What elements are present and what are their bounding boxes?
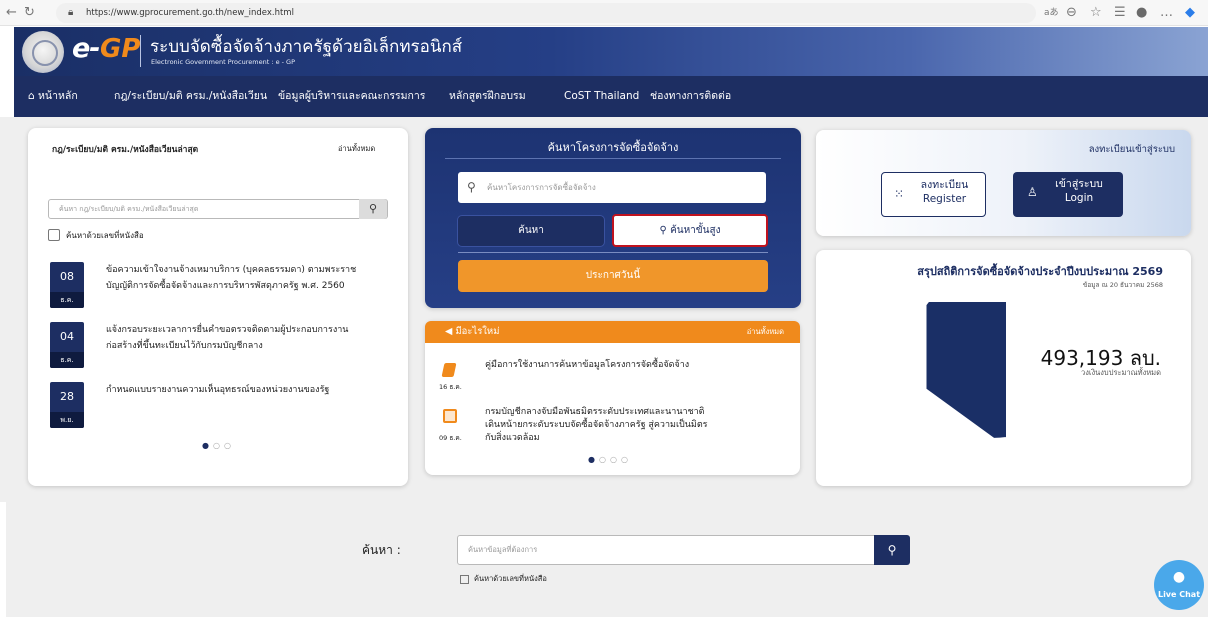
bottom-search-input[interactable]: ค้นหาข้อมูลที่ต้องการ — [457, 535, 881, 565]
advanced-search-button[interactable]: ⚲ ค้นหาขั้นสูง — [612, 214, 768, 247]
whats-new-header: ◀ มีอะไรใหม่ อ่านทั้งหมด — [425, 321, 800, 343]
site-title: ระบบจัดซื้อจัดจ้างภาครัฐด้วยอิเล็กทรอนิก… — [150, 37, 463, 57]
nav-regulations[interactable]: กฎ/ระเบียบ/มติ ครม./หนังสือเวียน — [114, 76, 267, 117]
procurement-search-title: ค้นหาโครงการจัดซื้อจัดจ้าง — [547, 141, 679, 154]
favorite-star-icon[interactable]: ☆ — [1090, 4, 1102, 22]
doc-number-checkbox[interactable] — [48, 229, 60, 241]
regulation-search-button[interactable]: ⚲ — [359, 199, 387, 219]
news-date-badge: 08 ธ.ค. — [50, 262, 84, 308]
statistics-pie-chart: 23%ดำเนินการแล้วเสร็จ12%อยู่ระหว่างจัดหา… — [864, 302, 1006, 440]
pie-slice-3 — [925, 302, 1006, 439]
user-icon: ♙ — [1027, 185, 1038, 199]
reader-icon[interactable]: aあ — [1044, 4, 1059, 22]
whats-new-card: ◀ มีอะไรใหม่ อ่านทั้งหมด 16 ธ.ค. คู่มือก… — [425, 321, 800, 475]
more-icon[interactable]: … — [1160, 4, 1173, 22]
news-item[interactable]: กำหนดแบบรายงานความเห็นอุทธรณ์ของหน่วยงาน… — [106, 382, 376, 398]
regulations-title: กฎ/ระเบียบ/มติ ครม./หนังสือเวียนล่าสุด — [52, 145, 199, 155]
title-divider — [445, 158, 781, 159]
profile-icon[interactable]: ● — [1136, 4, 1147, 22]
stats-title: สรุปสถิติการจัดซื้อจัดจ้างประจำปีงบประมา… — [917, 265, 1163, 278]
procurement-search-input[interactable]: ⚲ ค้นหาโครงการการจัดซื้อจัดจ้าง — [458, 172, 766, 203]
logo-gp: GP — [100, 34, 141, 64]
main-nav: ⌂ หน้าหลัก กฎ/ระเบียบ/มติ ครม./หนังสือเว… — [14, 76, 1208, 117]
bottom-search-section: ค้นหา : ค้นหาข้อมูลที่ต้องการ ⚲ ค้นหาด้ว… — [6, 502, 1208, 617]
nav-cost-thailand[interactable]: CoST Thailand — [564, 76, 639, 117]
login-card: ลงทะเบียนเข้าสู่ระบบ ⁙ ลงทะเบียน Registe… — [816, 130, 1191, 236]
nav-contact[interactable]: ช่องทางการติดต่อ — [650, 76, 731, 117]
nav-training[interactable]: หลักสูตรฝึกอบรม — [449, 76, 526, 117]
news-date: 09 ธ.ค. — [439, 434, 462, 442]
today-announcements-button[interactable]: ประกาศวันนี้ — [458, 260, 768, 292]
login-button[interactable]: ♙ เข้าสู่ระบบ Login — [1013, 172, 1123, 217]
back-icon[interactable]: ← — [6, 4, 17, 22]
favorites-list-icon[interactable]: ☰ — [1114, 4, 1126, 22]
carousel-dots[interactable]: ●○○○ — [588, 455, 632, 464]
megaphone-icon: ◀ — [445, 326, 453, 337]
copilot-icon[interactable]: ◆ — [1185, 4, 1195, 22]
regulation-search-input[interactable]: ค้นหา กฎ/ระเบียบ/มติ ครม./หนังสือเวียนล่… — [48, 199, 388, 219]
site-subtitle: Electronic Government Procurement : e - … — [151, 58, 295, 66]
stats-card: สรุปสถิติการจัดซื้อจัดจ้างประจำปีงบประมา… — [816, 250, 1191, 486]
nav-home[interactable]: ⌂ หน้าหลัก — [28, 76, 78, 117]
bottom-doc-number-checkbox[interactable] — [460, 575, 469, 584]
zoom-icon[interactable]: ⊖ — [1066, 4, 1077, 22]
news-item[interactable]: แจ้งกรอบระยะเวลาการยื่นคำขอตรวจติดตามผู้… — [106, 322, 376, 354]
bottom-search-label: ค้นหา : — [362, 543, 401, 557]
stats-amount-label: วงเงินงบประมาณทั้งหมด — [1081, 368, 1161, 377]
login-title: ลงทะเบียนเข้าสู่ระบบ — [1088, 144, 1175, 155]
whats-new-read-all[interactable]: อ่านทั้งหมด — [747, 321, 784, 343]
bottom-checkbox-label: ค้นหาด้วยเลขที่หนังสือ — [474, 574, 547, 583]
search-icon: ⚲ — [467, 180, 476, 194]
news-date: 16 ธ.ค. — [439, 383, 462, 391]
procurement-search-card: ค้นหาโครงการจัดซื้อจัดจ้าง ⚲ ค้นหาโครงกา… — [425, 128, 801, 308]
search-icon: ⚲ — [887, 543, 897, 557]
manual-icon — [441, 363, 457, 377]
logo-e: e- — [72, 33, 101, 64]
news-date-badge: 28 พ.ย. — [50, 382, 84, 428]
chat-bubble-icon: ● — [1172, 569, 1186, 585]
browser-toolbar: ← ↻ 🔒︎ https://www.gprocurement.go.th/ne… — [0, 0, 1208, 26]
government-emblem-logo — [22, 31, 64, 73]
search-button[interactable]: ค้นหา — [458, 216, 604, 246]
home-icon: ⌂ — [28, 90, 35, 102]
divider — [458, 252, 768, 253]
whats-new-item[interactable]: คู่มือการใช้งานการค้นหาข้อมูลโครงการจัดซ… — [485, 359, 785, 372]
search-icon: ⚲ — [368, 202, 378, 215]
live-chat-button[interactable]: ● Live Chat — [1154, 560, 1204, 610]
lock-icon: 🔒︎ — [68, 7, 74, 18]
register-button[interactable]: ⁙ ลงทะเบียน Register — [881, 172, 986, 217]
nav-executives[interactable]: ข้อมูลผู้บริหารและคณะกรรมการ — [278, 76, 425, 117]
news-date-badge: 04 ธ.ค. — [50, 322, 84, 368]
refresh-icon[interactable]: ↻ — [24, 4, 35, 22]
header-divider — [140, 35, 141, 67]
news-icon — [443, 409, 457, 423]
zoom-search-icon: ⚲ — [659, 225, 667, 236]
whats-new-item[interactable]: กรมบัญชีกลางจับมือพันธมิตรระดับประเทศและ… — [485, 406, 795, 445]
register-icon: ⁙ — [894, 187, 905, 201]
doc-number-checkbox-label: ค้นหาด้วยเลขที่หนังสือ — [66, 231, 144, 240]
bottom-search-button[interactable]: ⚲ — [874, 535, 910, 565]
pie-slice-label: อยู่ระหว่างบริหารสัญญา — [864, 411, 905, 417]
regulations-read-all[interactable]: อ่านทั้งหมด — [338, 143, 375, 155]
url-text: https://www.gprocurement.go.th/new_index… — [86, 8, 294, 18]
stats-date: ข้อมูล ณ 20 ธันวาคม 2568 — [1082, 281, 1163, 289]
regulations-card: กฎ/ระเบียบ/มติ ครม./หนังสือเวียนล่าสุด อ… — [28, 128, 408, 486]
carousel-dots[interactable]: ●○○ — [202, 441, 235, 450]
news-item[interactable]: ข้อความเข้าใจงานจ้างเหมาบริการ (บุคคลธรร… — [106, 262, 376, 294]
address-bar[interactable]: 🔒︎ https://www.gprocurement.go.th/new_in… — [56, 3, 1036, 23]
site-header: e- GP ระบบจัดซื้อจัดจ้างภาครัฐด้วยอิเล็ก… — [14, 27, 1208, 76]
